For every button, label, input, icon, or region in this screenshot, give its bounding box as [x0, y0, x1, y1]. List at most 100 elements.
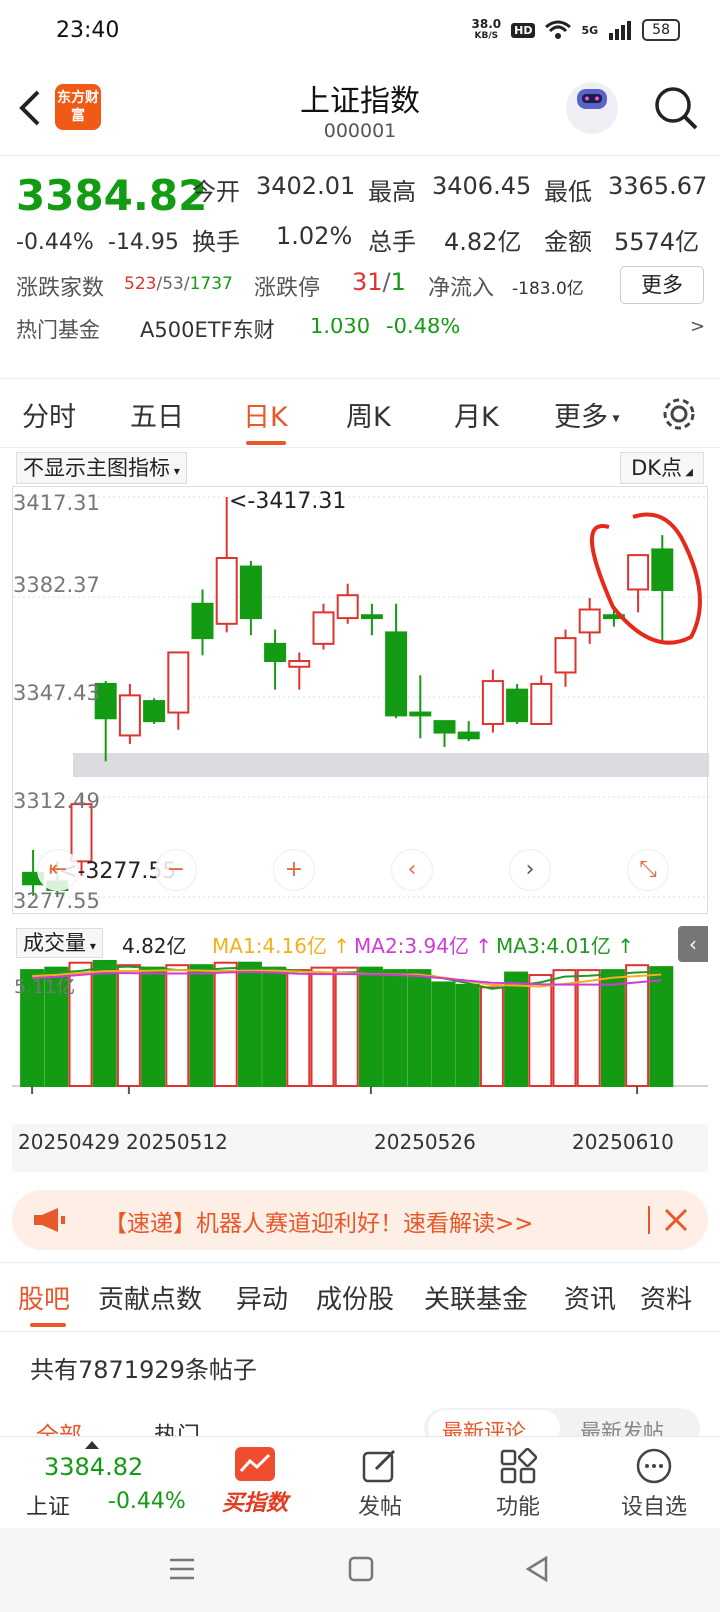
date-label: 20250526: [374, 1130, 476, 1154]
volume-bar: [431, 981, 456, 1088]
volume-bar: [552, 969, 577, 1087]
netflow-value: -183.0亿: [512, 279, 584, 299]
signal-label: 5G: [581, 23, 599, 37]
volume-bar: [600, 969, 625, 1087]
tab-contribution[interactable]: 贡献点数: [98, 1279, 202, 1316]
buy-index-button[interactable]: 买指数: [210, 1441, 300, 1525]
high-label: 最高: [368, 178, 416, 206]
tab-news[interactable]: 资讯: [564, 1279, 616, 1316]
edit-icon: [362, 1449, 396, 1483]
candle-body: [433, 720, 456, 734]
last-price: 3384.82: [16, 171, 208, 220]
next-icon[interactable]: ›: [509, 849, 551, 891]
tab-movement[interactable]: 异动: [236, 1279, 288, 1316]
active-tab-indicator: [246, 441, 286, 445]
fullscreen-icon[interactable]: ⤡: [627, 849, 669, 891]
post-button[interactable]: 发帖: [340, 1441, 420, 1525]
y-tick-label: 3417.31: [13, 491, 100, 515]
volume-bar: [189, 964, 214, 1087]
tab-monthly-k[interactable]: 月K: [454, 395, 499, 434]
zoom-in-icon[interactable]: +: [273, 849, 315, 891]
tab-related-funds[interactable]: 关联基金: [424, 1279, 528, 1316]
gear-icon[interactable]: [660, 395, 698, 433]
filter-hot[interactable]: 热门: [154, 1416, 200, 1436]
kline-chart[interactable]: 3417.31 3382.37 3347.43 3312.49 3277.55 …: [12, 486, 709, 914]
period-tabs: 分时 五日 日K 周K 月K 更多 ▾: [0, 378, 720, 448]
tab-daily-k[interactable]: 日K: [243, 395, 288, 434]
volume-bar: [479, 986, 504, 1087]
low-label: 最低: [544, 178, 592, 206]
functions-button[interactable]: 功能: [478, 1441, 558, 1525]
kline-svg: [13, 496, 709, 898]
low-value: 3365.67: [608, 172, 708, 200]
volume-select[interactable]: 成交量 ▾: [16, 928, 103, 958]
volume-tick-label: 5.11亿: [14, 976, 76, 998]
volume-bar: [92, 959, 117, 1087]
zoom-out-icon[interactable]: −: [155, 849, 197, 891]
hd-icon: HD: [511, 22, 536, 38]
back-nav-icon[interactable]: [524, 1556, 550, 1582]
add-watchlist-button[interactable]: 设自选: [604, 1441, 704, 1525]
candle-body: [530, 682, 553, 725]
candle-body: [167, 651, 190, 714]
close-icon[interactable]: [664, 1208, 688, 1232]
tab-profile[interactable]: 资料: [640, 1279, 692, 1316]
volume-bar: [116, 964, 141, 1087]
volume-bar: [407, 969, 432, 1087]
bottom-index-pct: -0.44%: [108, 1489, 186, 1514]
candle-body: [336, 594, 359, 620]
volume-bar: [649, 966, 674, 1087]
amount-label: 金额: [544, 228, 592, 256]
home-icon[interactable]: [348, 1556, 374, 1582]
candle-body: [143, 700, 166, 723]
updown-label: 涨跌家数: [16, 276, 105, 301]
tab-weekly-k[interactable]: 周K: [346, 395, 391, 434]
news-banner[interactable]: 【速递】机器人赛道迎利好！速看解读>>: [12, 1190, 708, 1250]
candle-body: [409, 711, 432, 717]
y-tick-label: 3347.43: [13, 681, 100, 705]
tab-five-day[interactable]: 五日: [130, 395, 184, 434]
sort-latest-comment[interactable]: 最新评论: [442, 1416, 526, 1436]
volume-chart[interactable]: 5.11亿: [12, 959, 708, 1118]
indicator-select[interactable]: 不显示主图指标 ▾: [16, 452, 187, 484]
tab-guba[interactable]: 股吧: [18, 1279, 70, 1316]
more-button[interactable]: 更多: [620, 266, 704, 304]
tab-more[interactable]: 更多 ▾: [554, 395, 619, 434]
volume-label: 总手: [368, 228, 416, 256]
date-axis: 20250429 20250512 20250526 20250610: [12, 1124, 708, 1172]
limit-counts: 31/1: [352, 268, 406, 296]
app-header: 东方财富 上证指数 000001: [0, 66, 720, 156]
previous-icon[interactable]: ‹: [391, 849, 433, 891]
status-time: 23:40: [56, 18, 120, 43]
turnover-value: 1.02%: [276, 222, 353, 250]
candle-body: [506, 688, 529, 723]
tab-components[interactable]: 成份股: [316, 1279, 394, 1316]
section-tabs: 股吧 贡献点数 异动 成份股 关联基金 资讯 资料: [0, 1262, 720, 1332]
post-count: 共有7871929条帖子: [30, 1356, 257, 1384]
high-value: 3406.45: [432, 172, 532, 200]
volume-bar: [262, 966, 287, 1087]
menu-icon[interactable]: [168, 1556, 196, 1582]
tab-intraday[interactable]: 分时: [22, 395, 76, 434]
candle-body: [264, 642, 287, 663]
bottom-index-price: 3384.82: [44, 1453, 144, 1481]
date-label: 20250429: [18, 1130, 120, 1154]
filter-all[interactable]: 全部: [36, 1416, 82, 1436]
scroll-left-icon[interactable]: ⇤: [37, 849, 79, 891]
fund-pct: -0.48%: [386, 318, 461, 338]
dk-points-button[interactable]: DK点 ◢: [620, 452, 704, 484]
grid-icon: [500, 1447, 538, 1484]
search-icon[interactable]: [652, 84, 700, 132]
ma2-label: MA2:3.94亿 ↑: [354, 934, 493, 958]
sort-latest-post[interactable]: 最新发帖: [580, 1416, 664, 1436]
candle-body: [457, 731, 480, 740]
volume-bar: [237, 961, 262, 1088]
change-pct: -0.44%: [16, 230, 94, 255]
volume-bar: [358, 966, 383, 1087]
candle-body: [554, 637, 577, 674]
fund-ticker[interactable]: 热门基金 A500ETF东财 1.030 -0.48% >: [0, 318, 720, 346]
collapse-panel-icon[interactable]: ‹: [678, 926, 708, 962]
bottom-index-name: 上证: [26, 1495, 71, 1520]
robot-assistant-icon[interactable]: [566, 82, 618, 134]
date-label: 20250610: [572, 1130, 674, 1154]
